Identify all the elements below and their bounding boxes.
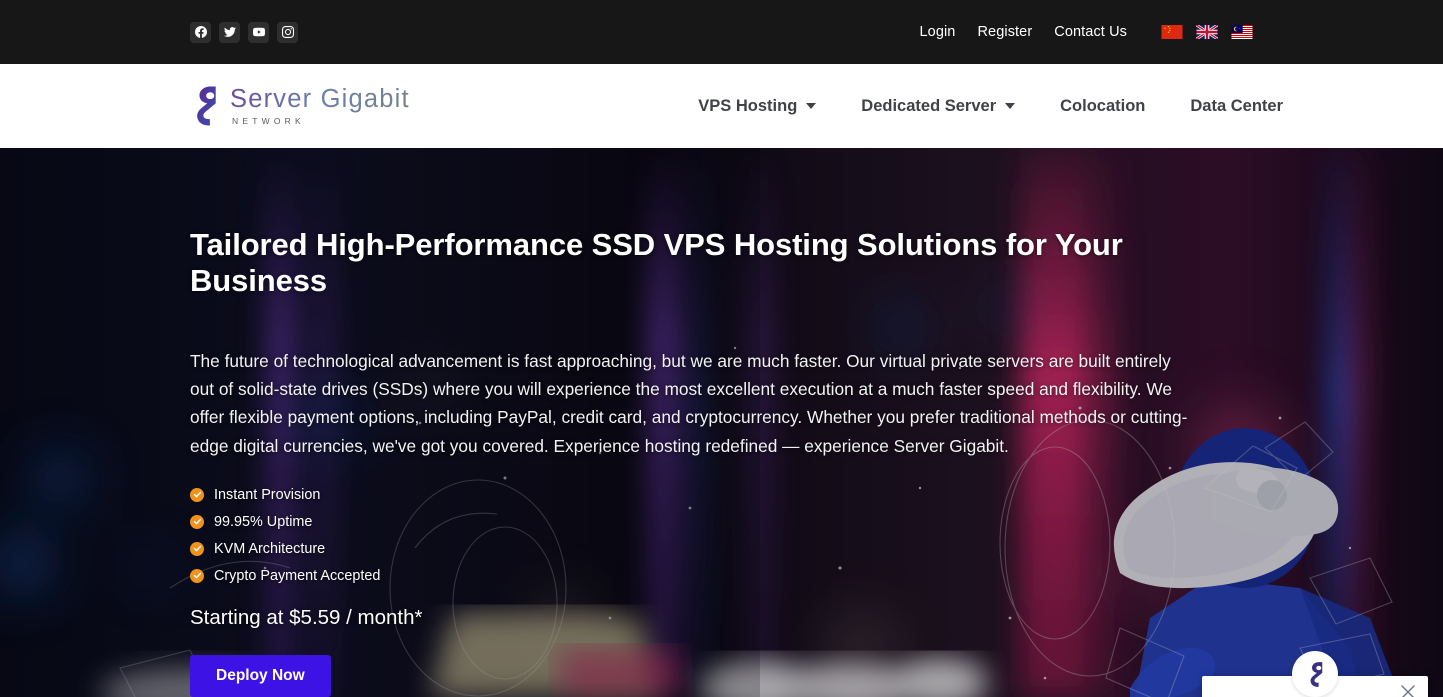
youtube-icon — [252, 26, 265, 38]
deploy-now-button[interactable]: Deploy Now — [190, 654, 331, 697]
feature-label: 99.95% Uptime — [214, 513, 313, 530]
hero-feature-list: Instant Provision 99.95% Uptime KVM Arch… — [190, 487, 1200, 584]
flag-china[interactable] — [1161, 25, 1183, 39]
check-circle-icon — [190, 568, 204, 583]
check-circle-icon — [190, 541, 204, 556]
check-circle-icon — [190, 487, 204, 502]
contact-us-link[interactable]: Contact Us — [1054, 24, 1127, 40]
nav-label-vps-hosting: VPS Hosting — [698, 96, 798, 115]
hero-paragraph: The future of technological advancement … — [190, 351, 1188, 456]
feature-label: KVM Architecture — [214, 540, 326, 557]
twitter-link[interactable] — [219, 21, 240, 43]
flag-malaysia[interactable] — [1231, 25, 1253, 39]
feature-item: 99.95% Uptime — [190, 514, 1200, 530]
login-link[interactable]: Login — [919, 24, 955, 40]
register-link[interactable]: Register — [977, 24, 1032, 40]
feature-label: Instant Provision — [214, 486, 321, 503]
hero-content: Tailored High-Performance SSD VPS Hostin… — [190, 148, 1200, 697]
facebook-link[interactable] — [190, 21, 211, 43]
chat-avatar — [1292, 651, 1338, 697]
facebook-icon — [194, 26, 207, 38]
instagram-link[interactable] — [277, 21, 298, 43]
language-flags — [1161, 23, 1253, 41]
nav-label-data-center: Data Center — [1190, 96, 1283, 115]
hero-section: Tailored High-Performance SSD VPS Hostin… — [0, 148, 1443, 697]
feature-item: Instant Provision — [190, 487, 1200, 503]
top-utility-bar: Login Register Contact Us — [0, 0, 1443, 64]
nav-label-colocation: Colocation — [1060, 96, 1146, 115]
feature-item: KVM Architecture — [190, 541, 1200, 557]
close-icon[interactable] — [1398, 682, 1418, 697]
twitter-icon — [223, 26, 236, 38]
logo-subtext: NETWORK — [232, 115, 305, 126]
nav-label-dedicated-server: Dedicated Server — [861, 96, 997, 115]
nav-item-colocation[interactable]: Colocation — [1060, 97, 1145, 116]
instagram-icon — [281, 26, 294, 38]
logo-wordmark: Server Gigabit — [230, 85, 410, 113]
nav-item-data-center[interactable]: Data Center — [1190, 97, 1283, 116]
nav-item-vps-hosting[interactable]: VPS Hosting — [698, 96, 817, 116]
hero-title: Tailored High-Performance SSD VPS Hostin… — [190, 227, 1123, 298]
top-right-group: Login Register Contact Us — [919, 23, 1253, 41]
youtube-link[interactable] — [248, 21, 269, 43]
chevron-down-icon — [1005, 103, 1016, 109]
gigabit-g-logo-icon — [1306, 661, 1325, 688]
flag-united-kingdom[interactable] — [1195, 23, 1219, 41]
chevron-down-icon — [806, 103, 817, 109]
site-header: Server Gigabit NETWORK VPS Hosting Dedic… — [0, 64, 1443, 148]
hero-price-text: Starting at $5.59 / month* — [190, 605, 423, 629]
site-logo[interactable]: Server Gigabit NETWORK — [190, 85, 410, 127]
check-circle-icon — [190, 514, 204, 529]
nav-item-dedicated-server[interactable]: Dedicated Server — [861, 96, 1016, 116]
main-navigation: VPS Hosting Dedicated Server Colocation … — [698, 97, 1283, 116]
feature-label: Crypto Payment Accepted — [214, 567, 381, 584]
feature-item: Crypto Payment Accepted — [190, 568, 1200, 584]
gigabit-g-logo-icon — [190, 85, 220, 127]
social-links — [190, 21, 298, 43]
